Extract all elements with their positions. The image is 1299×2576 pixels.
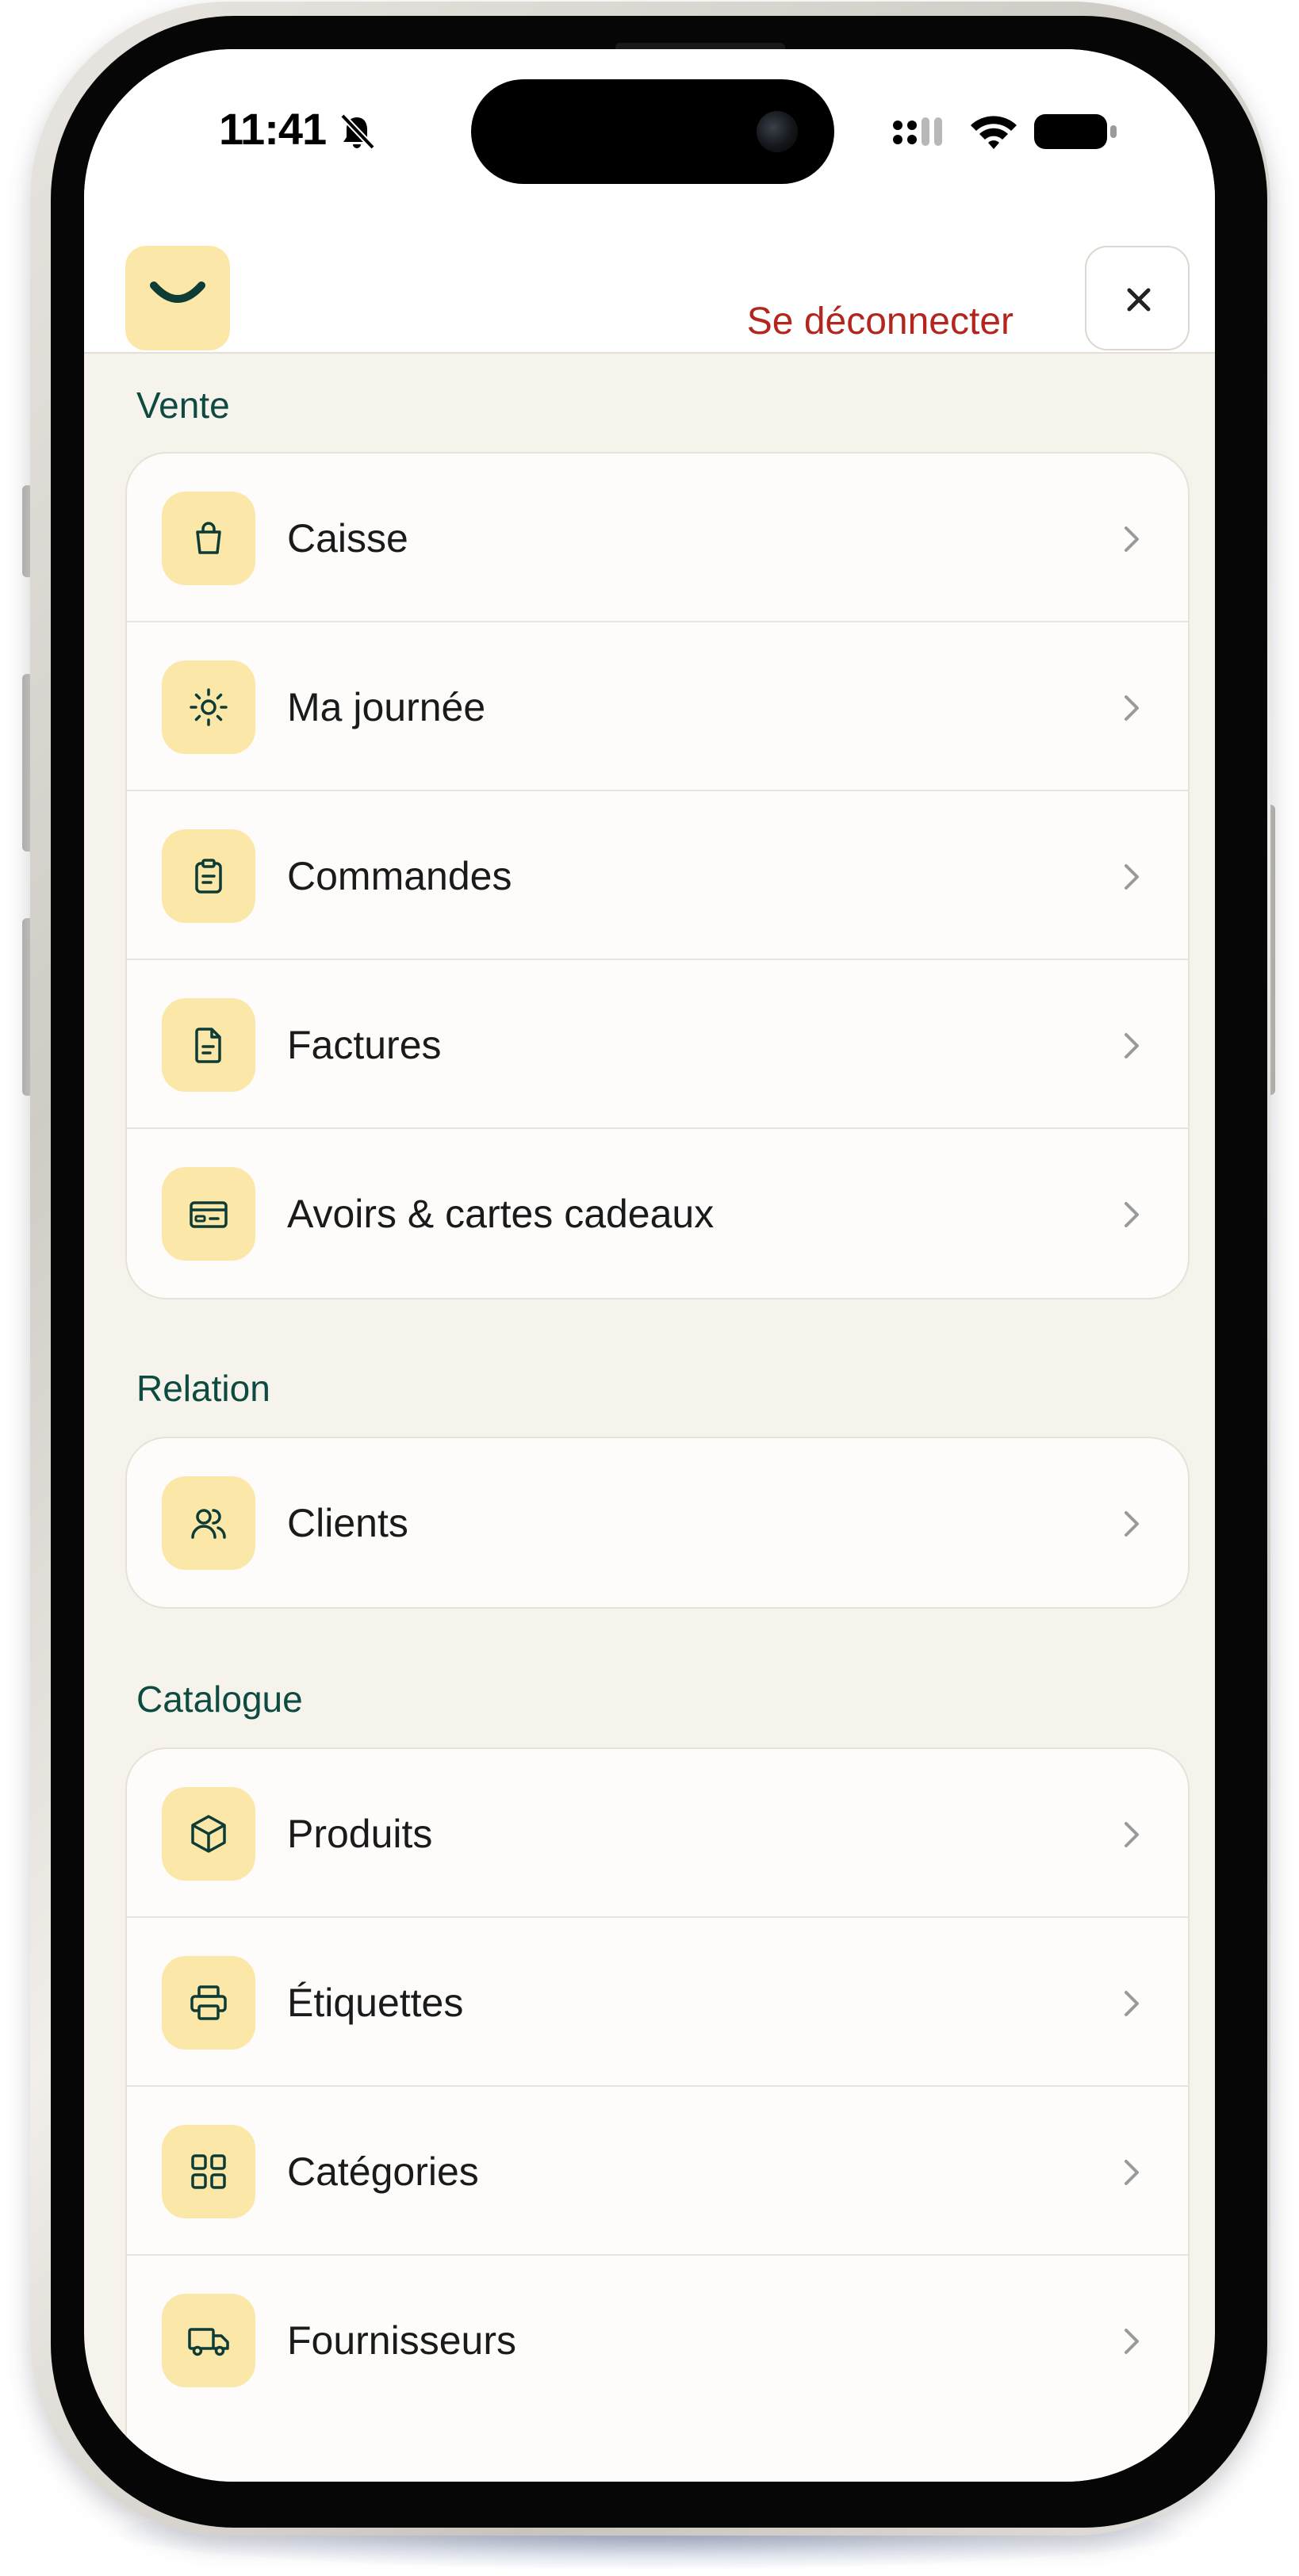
- menu-item-label: Caisse: [287, 516, 408, 561]
- menu-item-label: Produits: [287, 1812, 433, 1856]
- chevron-right-icon: [1125, 864, 1139, 890]
- truck-icon: [162, 2294, 255, 2387]
- chevron-right-icon: [1125, 2160, 1139, 2185]
- chevron-right-icon: [1125, 1202, 1139, 1227]
- users-icon: [162, 1476, 255, 1570]
- menu-item-label: Catégories: [287, 2149, 479, 2194]
- section-card-catalogue: Produits Étiquettes Catégories Fournisse…: [125, 1747, 1190, 2482]
- menu-item-label: Clients: [287, 1501, 408, 1545]
- menu-item-factures[interactable]: Factures: [127, 960, 1188, 1129]
- menu-item-etiquettes[interactable]: Étiquettes: [127, 1918, 1188, 2087]
- signal-icon: [893, 117, 942, 146]
- chevron-right-icon: [1125, 1822, 1139, 1847]
- menu-item-label: Fournisseurs: [287, 2318, 516, 2363]
- menu-item-ma-journee[interactable]: Ma journée: [127, 622, 1188, 791]
- chevron-right-icon: [1125, 526, 1139, 552]
- section-title-catalogue: Catalogue: [136, 1678, 303, 1720]
- dynamic-island: [471, 79, 834, 184]
- menu-item-label: Étiquettes: [287, 1981, 464, 2025]
- close-button[interactable]: [1085, 246, 1190, 350]
- status-bar: 11:41: [84, 49, 1215, 184]
- clipboard-icon: [162, 829, 255, 923]
- camera-icon: [757, 111, 798, 152]
- close-icon: [1127, 288, 1151, 312]
- logout-link[interactable]: Se déconnecter: [747, 303, 1014, 341]
- document-icon: [162, 998, 255, 1092]
- wifi-icon: [971, 116, 1017, 149]
- app-logo[interactable]: [125, 246, 230, 350]
- screen: 11:41 Se déconnecter Vente Caisse Ma jou…: [84, 49, 1215, 2482]
- grid-icon: [162, 2125, 255, 2218]
- smile-icon: [150, 281, 205, 303]
- menu-item-label: Factures: [287, 1023, 442, 1067]
- menu-item-label: Ma journée: [287, 685, 486, 729]
- section-card-vente: Caisse Ma journée Commandes Factures Avo…: [125, 452, 1190, 1299]
- menu-item-fournisseurs[interactable]: Fournisseurs: [127, 2256, 1188, 2425]
- bell-slash-icon: [340, 113, 375, 150]
- chevron-right-icon: [1125, 1511, 1139, 1537]
- app-header: Se déconnecter: [84, 184, 1215, 354]
- menu-item-categories[interactable]: Catégories: [127, 2087, 1188, 2256]
- menu-item-commandes[interactable]: Commandes: [127, 791, 1188, 960]
- chevron-right-icon: [1125, 1991, 1139, 2016]
- chevron-right-icon: [1125, 2329, 1139, 2354]
- section-title-relation: Relation: [136, 1368, 270, 1409]
- section-title-vente: Vente: [136, 385, 230, 426]
- menu-item-clients[interactable]: Clients: [127, 1438, 1188, 1607]
- menu-item-produits[interactable]: Produits: [127, 1749, 1188, 1918]
- box-icon: [162, 1787, 255, 1881]
- menu-item-label: Avoirs & cartes cadeaux: [287, 1192, 715, 1236]
- menu-item-caisse[interactable]: Caisse: [127, 454, 1188, 622]
- menu-item-label: Commandes: [287, 854, 512, 898]
- chevron-right-icon: [1125, 1033, 1139, 1058]
- credit-card-icon: [162, 1167, 255, 1261]
- section-card-relation: Clients: [125, 1437, 1190, 1609]
- shopping-bag-icon: [162, 492, 255, 585]
- sun-icon: [162, 660, 255, 754]
- menu-item-avoirs-cartes-cadeaux[interactable]: Avoirs & cartes cadeaux: [127, 1129, 1188, 1298]
- battery-icon: [1034, 114, 1117, 149]
- printer-icon: [162, 1956, 255, 2050]
- status-time: 11:41: [219, 104, 327, 154]
- chevron-right-icon: [1125, 695, 1139, 721]
